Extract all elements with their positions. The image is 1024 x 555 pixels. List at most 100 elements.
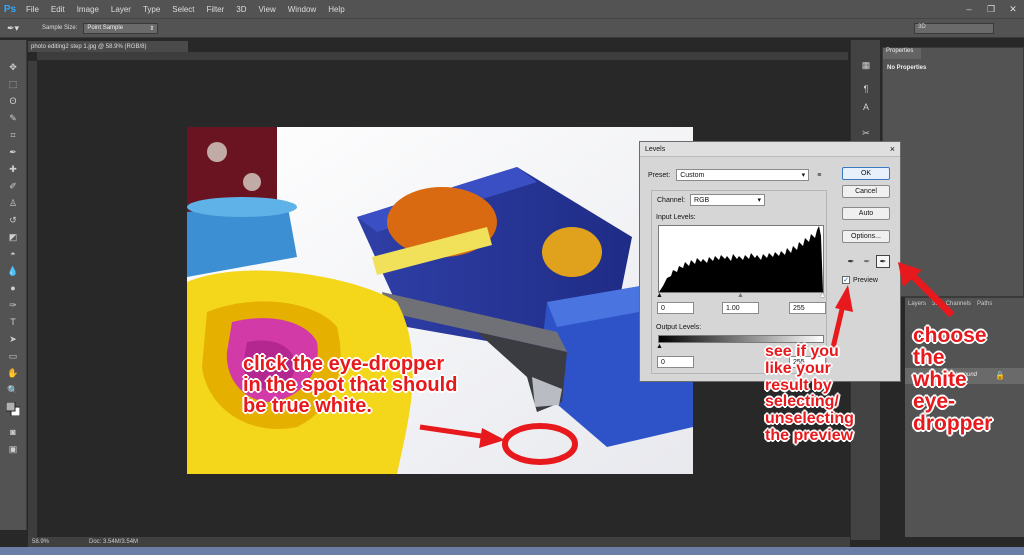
tab-channels[interactable]: Channels — [943, 301, 974, 307]
ok-button[interactable]: OK — [842, 167, 890, 180]
status-bar: 58.9% Doc: 3.54M/3.54M — [28, 537, 850, 547]
menu-3d[interactable]: 3D — [230, 5, 252, 14]
photo-canvas[interactable] — [187, 127, 693, 474]
clone-stamp-icon[interactable]: ♙ — [5, 196, 21, 210]
menu-file[interactable]: File — [20, 5, 45, 14]
paint-bucket-icon[interactable]: ◓ — [5, 247, 21, 261]
horizontal-ruler — [37, 52, 848, 61]
black-eyedropper-icon[interactable]: ✒ — [844, 255, 858, 268]
vertical-ruler — [28, 61, 37, 537]
photo-image — [187, 127, 693, 474]
menu-bar: Ps File Edit Image Layer Type Select Fil… — [0, 0, 1024, 18]
preview-label: Preview — [853, 276, 878, 284]
tab-paths[interactable]: Paths — [974, 301, 995, 307]
menu-filter[interactable]: Filter — [201, 5, 231, 14]
menu-layer[interactable]: Layer — [105, 5, 137, 14]
dodge-tool-icon[interactable]: ● — [5, 281, 21, 295]
history-icon[interactable]: ▦ — [859, 58, 873, 72]
paragraph-icon[interactable]: ¶ — [859, 82, 873, 96]
preset-value: Custom — [680, 171, 705, 179]
output-black-slider[interactable]: ▲ — [656, 343, 663, 350]
hand-tool-icon[interactable]: ✋ — [5, 366, 21, 380]
chevron-down-icon: ▾ — [801, 172, 806, 179]
history-brush-icon[interactable]: ↺ — [5, 213, 21, 227]
close-icon[interactable]: × — [890, 144, 895, 154]
sample-size-value: Point Sample — [87, 25, 124, 31]
annotation-click-dropper: click the eye-dropper in the spot that s… — [243, 353, 458, 417]
channel-label: Channel: — [657, 196, 686, 204]
type-tool-icon[interactable]: T — [5, 315, 21, 329]
photoshop-window: Ps File Edit Image Layer Type Select Fil… — [0, 0, 1024, 555]
input-white-field[interactable]: 255 — [789, 302, 826, 314]
screen-mode-icon[interactable]: ▣ — [5, 442, 21, 456]
input-gamma-field[interactable]: 1.00 — [722, 302, 759, 314]
properties-panel: Properties No Properties — [882, 47, 1024, 297]
chevron-down-icon: ⇕ — [149, 25, 155, 32]
annotation-choose-white: choose the white eye- dropper — [913, 324, 993, 436]
channel-select[interactable]: RGB ▾ — [690, 194, 766, 206]
preset-select[interactable]: Custom ▾ — [676, 169, 810, 181]
doc-info[interactable]: Doc: 3.54M/3.54M — [89, 539, 138, 545]
lasso-tool-icon[interactable]: ʘ — [5, 94, 21, 108]
auto-button[interactable]: Auto — [842, 207, 890, 220]
gray-eyedropper-icon[interactable]: ✒ — [860, 255, 874, 268]
tools-panel: ✥ ⬚ ʘ ✎ ⌗ ✒ ✚ ✐ ♙ ↺ ◩ ◓ 💧 ● ✑ T ➤ ▭ ✋ 🔍 … — [0, 40, 27, 530]
workspace-select[interactable]: 3D — [914, 23, 994, 34]
character-icon[interactable]: A — [859, 100, 873, 114]
eraser-tool-icon[interactable]: ◩ — [5, 230, 21, 244]
black-point-slider[interactable]: ▲ — [656, 292, 663, 299]
preset-options-icon[interactable]: ≡ — [817, 172, 821, 179]
options-button[interactable]: Options... — [842, 230, 890, 243]
zoom-tool-icon[interactable]: 🔍 — [5, 383, 21, 397]
color-swatches-icon[interactable] — [5, 402, 21, 416]
quick-select-tool-icon[interactable]: ✎ — [5, 111, 21, 125]
preview-checkbox-row[interactable]: ✓ Preview — [842, 276, 878, 284]
levels-title: Levels — [645, 145, 666, 153]
properties-tab[interactable]: Properties — [883, 48, 921, 59]
healing-brush-icon[interactable]: ✚ — [5, 162, 21, 176]
pen-tool-icon[interactable]: ✑ — [5, 298, 21, 312]
white-eyedropper-icon[interactable]: ✒ — [876, 255, 890, 268]
sample-size-select[interactable]: Point Sample ⇕ — [83, 22, 159, 34]
move-tool-icon[interactable]: ✥ — [5, 60, 21, 74]
properties-title: No Properties — [887, 65, 927, 71]
annotation-see-preview: see if you like your result by selecting… — [765, 343, 854, 444]
tool-presets-icon[interactable]: ✂ — [859, 126, 873, 140]
menu-image[interactable]: Image — [71, 5, 105, 14]
menu-type[interactable]: Type — [137, 5, 166, 14]
eyedropper-tool-icon[interactable]: ✒▾ — [0, 23, 26, 34]
menu-view[interactable]: View — [253, 5, 282, 14]
tab-3d[interactable]: 3D — [929, 301, 943, 307]
path-select-icon[interactable]: ➤ — [5, 332, 21, 346]
close-icon[interactable]: ✕ — [1002, 0, 1024, 18]
window-controls: – ❐ ✕ — [958, 0, 1024, 18]
white-point-slider[interactable]: ▲ — [819, 292, 826, 299]
crop-tool-icon[interactable]: ⌗ — [5, 128, 21, 142]
document-tab[interactable]: photo editing2 step 1.jpg @ 58.9% (RGB/8… — [28, 41, 188, 52]
document-title: photo editing2 step 1.jpg @ 58.9% (RGB/8… — [31, 43, 147, 50]
brush-tool-icon[interactable]: ✐ — [5, 179, 21, 193]
shape-tool-icon[interactable]: ▭ — [5, 349, 21, 363]
os-taskbar — [0, 547, 1024, 555]
output-levels-label: Output Levels: — [656, 324, 702, 331]
cancel-button[interactable]: Cancel — [842, 185, 890, 198]
minimize-icon[interactable]: – — [958, 0, 980, 18]
tab-layers[interactable]: Layers — [905, 301, 929, 307]
input-black-field[interactable]: 0 — [657, 302, 694, 314]
eyedropper-tool-icon[interactable]: ✒ — [5, 145, 21, 159]
output-black-field[interactable]: 0 — [657, 356, 694, 368]
menu-help[interactable]: Help — [322, 5, 350, 14]
gamma-slider[interactable]: ▲ — [737, 292, 744, 299]
menu-edit[interactable]: Edit — [45, 5, 71, 14]
levels-titlebar[interactable]: Levels × — [640, 142, 900, 157]
restore-icon[interactable]: ❐ — [980, 0, 1002, 18]
quick-mask-icon[interactable]: ◙ — [5, 425, 21, 439]
layers-tabs: Layers 3D Channels Paths — [905, 298, 1024, 309]
marquee-tool-icon[interactable]: ⬚ — [5, 77, 21, 91]
options-bar: ✒▾ Sample Size: Point Sample ⇕ 3D — [0, 18, 1024, 38]
menu-window[interactable]: Window — [282, 5, 322, 14]
blur-tool-icon[interactable]: 💧 — [5, 264, 21, 278]
menu-select[interactable]: Select — [166, 5, 200, 14]
preview-checkbox[interactable]: ✓ — [842, 276, 850, 284]
zoom-level[interactable]: 58.9% — [32, 539, 49, 545]
